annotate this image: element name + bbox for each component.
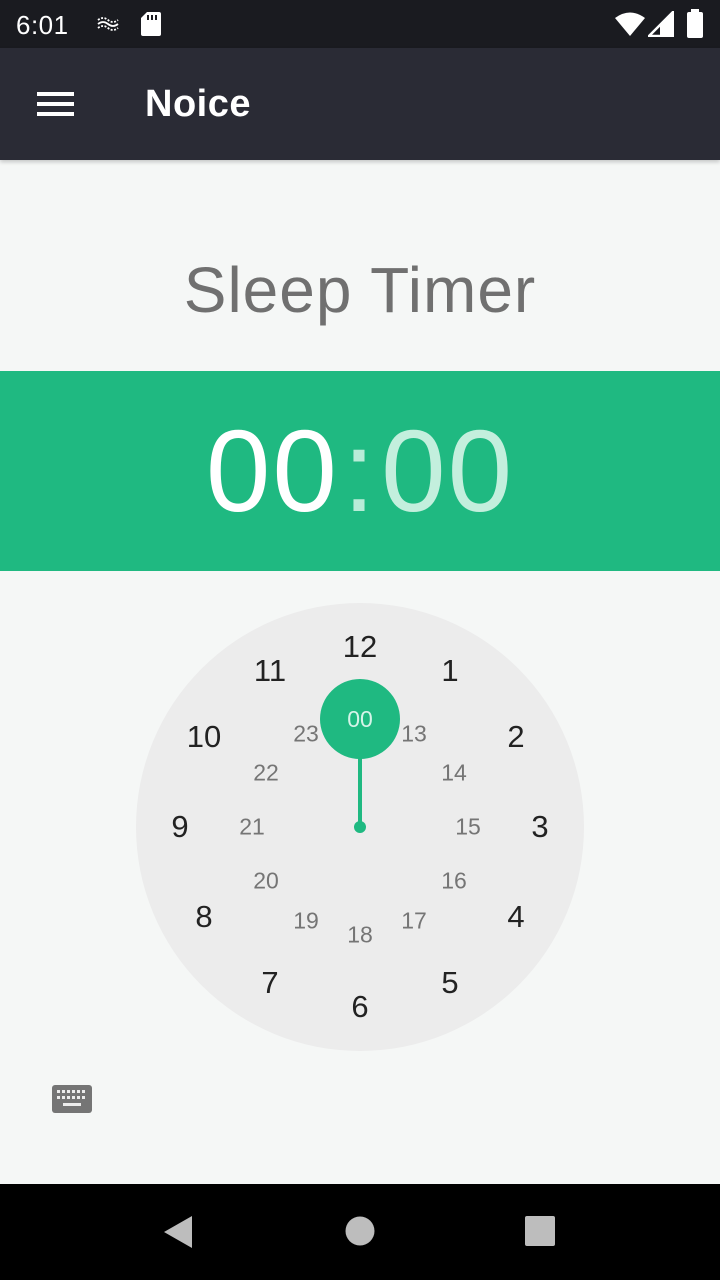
selected-value: 00	[347, 705, 373, 732]
clock-number-10[interactable]: 10	[187, 719, 221, 755]
clock-number-15[interactable]: 15	[455, 814, 481, 841]
time-display: 00 : 00	[0, 371, 720, 571]
recents-icon[interactable]	[525, 1216, 555, 1251]
clock-number-16[interactable]: 16	[441, 868, 467, 895]
clock-number-22[interactable]: 22	[253, 760, 279, 787]
back-icon[interactable]	[162, 1215, 194, 1254]
clock-number-12[interactable]: 12	[343, 629, 377, 665]
status-bar: 6:01	[0, 0, 720, 48]
clock-number-20[interactable]: 20	[253, 868, 279, 895]
clock-number-19[interactable]: 19	[293, 908, 319, 935]
hamburger-menu-icon[interactable]	[36, 89, 76, 119]
keyboard-icon[interactable]	[52, 1085, 92, 1113]
status-time: 6:01	[16, 10, 69, 40]
clock-number-14[interactable]: 14	[441, 760, 467, 787]
clock-number-8[interactable]: 8	[195, 899, 212, 935]
clock-number-2[interactable]: 2	[507, 719, 524, 755]
clock-selector-handle[interactable]: 00	[320, 679, 400, 759]
hours-display[interactable]: 00	[206, 371, 339, 571]
app-bar: Noice	[0, 48, 720, 160]
navigation-bar	[0, 1184, 720, 1280]
clock-number-6[interactable]: 6	[351, 989, 368, 1025]
clock-number-9[interactable]: 9	[171, 809, 188, 845]
minutes-display[interactable]: 00	[381, 371, 514, 571]
clock-number-5[interactable]: 5	[441, 965, 458, 1001]
app-title: Noice	[145, 83, 251, 125]
clock-number-18[interactable]: 18	[347, 922, 373, 949]
cell-signal-icon	[645, 8, 675, 42]
clock-number-17[interactable]: 17	[401, 908, 427, 935]
clock-hand	[358, 753, 362, 827]
clock-number-3[interactable]: 3	[531, 809, 548, 845]
clock-number-4[interactable]: 4	[507, 899, 524, 935]
clock-number-13[interactable]: 13	[401, 721, 427, 748]
clock-number-23[interactable]: 23	[293, 721, 319, 748]
clock-number-1[interactable]: 1	[441, 653, 458, 689]
clock-number-21[interactable]: 21	[239, 814, 265, 841]
wifi-icon	[614, 10, 646, 43]
battery-icon	[686, 9, 704, 44]
clock-number-7[interactable]: 7	[261, 965, 278, 1001]
clock-center-dot	[354, 821, 366, 833]
home-icon[interactable]	[345, 1216, 375, 1251]
time-separator: :	[342, 406, 378, 536]
time-header: 00 : 00	[0, 371, 720, 571]
sleep-timer-title: Sleep Timer	[183, 254, 537, 326]
noise-app-icon	[96, 12, 120, 41]
sd-card-icon	[140, 11, 162, 42]
clock-dial[interactable]: 00 12 1 2 3 4 5 6 7 8 9 10 11 13 14 15 1…	[136, 603, 584, 1051]
clock-number-11[interactable]: 11	[254, 653, 286, 689]
